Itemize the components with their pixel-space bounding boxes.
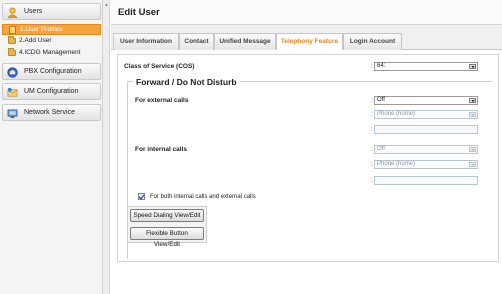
forward-dnd-legend: Forward / Do Not Disturb bbox=[133, 77, 240, 87]
folder-icon bbox=[8, 48, 16, 56]
speed-dialing-label: Speed Dialing View/Edit bbox=[133, 212, 201, 219]
both-calls-label: For both internal calls and external cal… bbox=[150, 194, 256, 200]
nav-pbx-label: PBX Configuration bbox=[24, 68, 82, 75]
nav-network-label: Network Service bbox=[24, 109, 75, 116]
tab-label: Login Account bbox=[349, 38, 396, 45]
speed-dialing-button[interactable]: Speed Dialing View/Edit bbox=[130, 209, 204, 222]
tab-label: Contact bbox=[184, 38, 209, 45]
external-calls-label: For external calls bbox=[135, 97, 189, 104]
user-icon bbox=[7, 7, 18, 18]
internal-calls-label: For internal calls bbox=[135, 146, 188, 153]
internal-forward-select[interactable]: Off bbox=[374, 145, 478, 154]
external-forward-value: Off bbox=[377, 97, 385, 103]
chevron-down-icon[interactable] bbox=[469, 112, 476, 117]
chevron-down-icon[interactable] bbox=[469, 64, 476, 69]
colon: : bbox=[371, 161, 373, 168]
nav-um-configuration[interactable]: UM Configuration bbox=[2, 83, 101, 100]
cos-select[interactable]: 64: bbox=[374, 62, 478, 71]
colon: : bbox=[371, 146, 373, 153]
scroll-up-icon[interactable]: ▲ bbox=[104, 2, 109, 8]
external-forward-select[interactable]: Off bbox=[374, 96, 478, 105]
telephony-panel: Class of Service (COS) : 64: Forward / D… bbox=[117, 54, 499, 262]
envelope-icon bbox=[7, 87, 18, 97]
tab-label: Telephony Feature bbox=[280, 38, 339, 45]
nav-network-service[interactable]: Network Service bbox=[2, 104, 101, 121]
external-destination-select[interactable]: Phone (home) bbox=[374, 110, 478, 119]
internal-destination-select[interactable]: Phone (home) bbox=[374, 160, 478, 169]
colon: : bbox=[371, 111, 373, 118]
folder-icon bbox=[8, 36, 16, 44]
colon: : bbox=[371, 177, 373, 184]
tab-unified-message[interactable]: Unified Message bbox=[214, 33, 276, 50]
sidebar-item-label: 1.User Profiles bbox=[20, 26, 63, 33]
tab-telephony-feature[interactable]: Telephony Feature bbox=[276, 33, 343, 51]
tab-login-account[interactable]: Login Account bbox=[343, 33, 402, 50]
tab-label: Unified Message bbox=[219, 38, 271, 45]
nav-users[interactable]: Users bbox=[2, 3, 101, 20]
chevron-down-icon[interactable] bbox=[469, 147, 476, 152]
sidebar: Users 1.User Profiles 2.Add User 4.ICDG … bbox=[0, 0, 103, 294]
main-area: Edit User User Information Contact Unifi… bbox=[111, 0, 502, 294]
tab-content: Class of Service (COS) : 64: Forward / D… bbox=[111, 50, 502, 294]
sidebar-item-label: 2.Add User bbox=[19, 37, 52, 44]
chevron-down-icon[interactable] bbox=[469, 98, 476, 103]
flexible-button-button[interactable]: Flexible Button View/Edit bbox=[130, 227, 204, 248]
network-icon bbox=[7, 109, 18, 119]
sidebar-item-icdg-management[interactable]: 4.ICDG Management bbox=[2, 48, 101, 59]
chevron-down-icon[interactable] bbox=[469, 162, 476, 167]
nav-pbx-configuration[interactable]: PBX Configuration bbox=[2, 63, 101, 80]
cos-value: 64: bbox=[377, 63, 386, 69]
sidebar-scrollbar[interactable]: ▲ bbox=[103, 0, 110, 294]
pbx-icon bbox=[7, 67, 18, 78]
both-calls-checkbox[interactable] bbox=[138, 193, 145, 200]
tab-label: User Information bbox=[119, 38, 172, 45]
page-title: Edit User bbox=[118, 7, 160, 18]
nav-users-label: Users bbox=[24, 8, 43, 15]
colon: : bbox=[371, 126, 373, 133]
internal-forward-value: Off bbox=[377, 146, 385, 152]
tab-user-information[interactable]: User Information bbox=[113, 33, 179, 50]
sidebar-item-user-profiles[interactable]: 1.User Profiles bbox=[2, 24, 101, 35]
sidebar-item-add-user[interactable]: 2.Add User bbox=[2, 36, 101, 47]
tab-bar: User Information Contact Unified Message… bbox=[111, 25, 502, 51]
external-destination-value: Phone (home) bbox=[377, 111, 416, 117]
sidebar-item-label: 4.ICDG Management bbox=[19, 49, 81, 56]
page-icon bbox=[9, 26, 16, 34]
title-bar: Edit User bbox=[111, 0, 502, 25]
tab-contact[interactable]: Contact bbox=[179, 33, 214, 50]
colon: : bbox=[371, 97, 373, 104]
colon: : bbox=[371, 63, 373, 70]
external-number-field[interactable] bbox=[374, 125, 478, 134]
cos-label: Class of Service (COS) bbox=[124, 63, 195, 70]
internal-destination-value: Phone (home) bbox=[377, 161, 416, 167]
internal-number-field[interactable] bbox=[374, 176, 478, 185]
nav-um-label: UM Configuration bbox=[24, 88, 79, 95]
